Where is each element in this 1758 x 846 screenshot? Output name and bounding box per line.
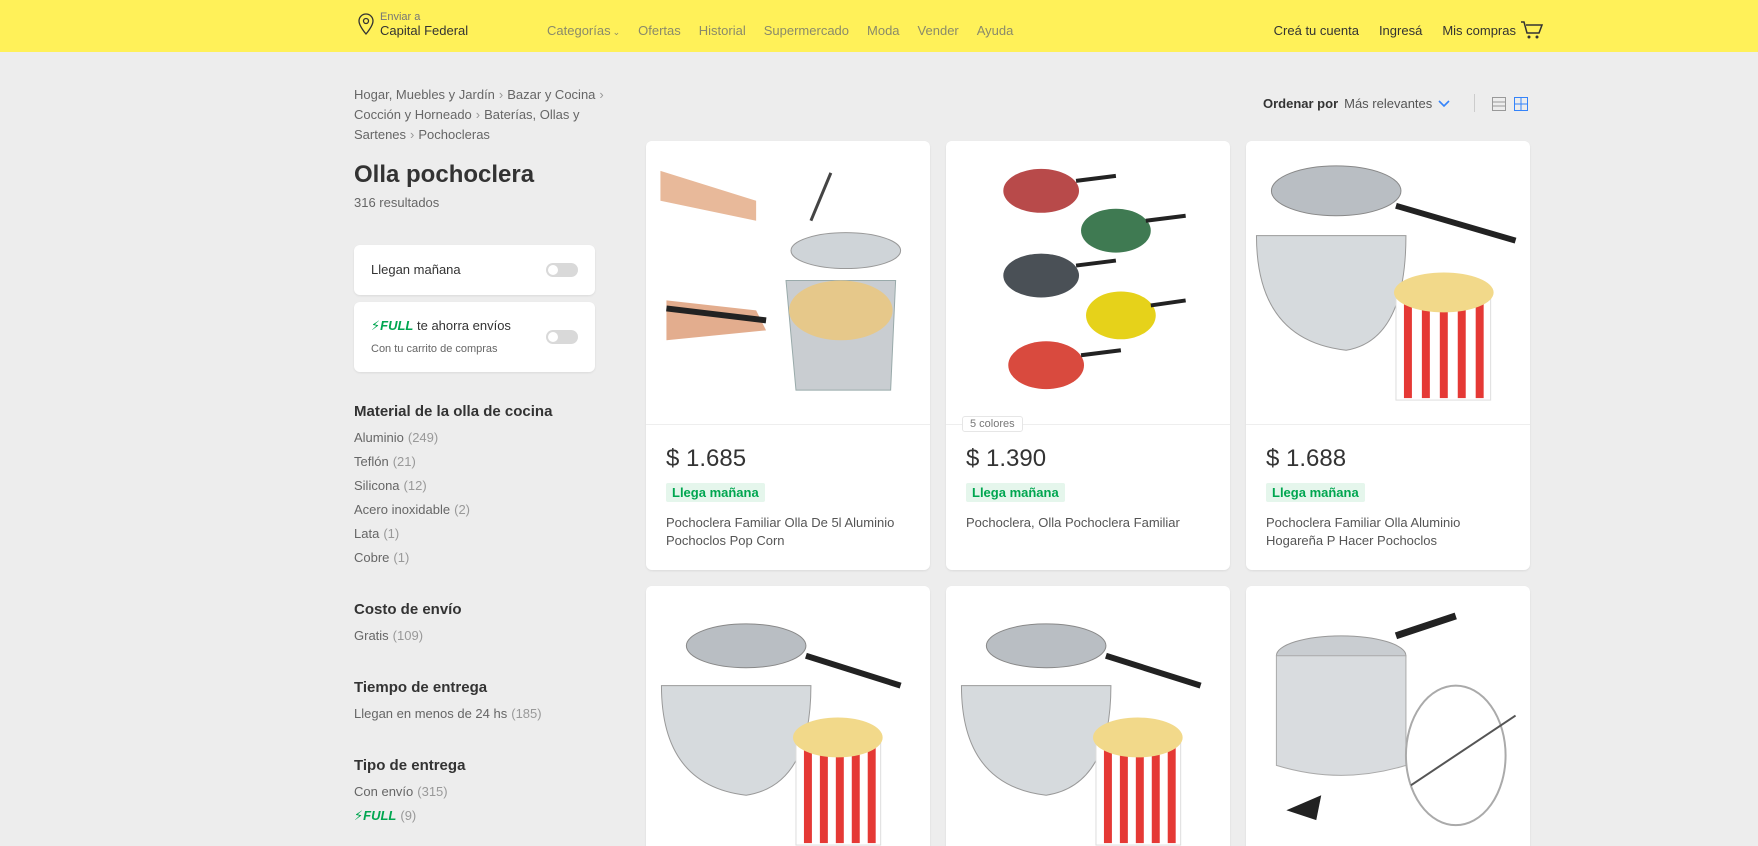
product-title[interactable]: Pochoclera Familiar Olla Aluminio Hogare…	[1266, 514, 1514, 550]
nav-historial[interactable]: Historial	[699, 23, 746, 38]
toggle-switch[interactable]	[546, 330, 578, 344]
product-image	[946, 141, 1230, 425]
full-logo: ⚡FULL	[371, 318, 414, 333]
divider	[1474, 94, 1475, 112]
filter-group-delivery-type: Tipo de entrega Con envío (315) ⚡FULL (9)	[354, 757, 465, 832]
shipping-location[interactable]: Enviar a Capital Federal	[358, 11, 468, 39]
breadcrumb-item[interactable]: Pochocleras	[418, 127, 490, 142]
product-title[interactable]: Pochoclera, Olla Pochoclera Familiar	[966, 514, 1214, 532]
product-card[interactable]: $ 1.685 Llega mañana Pochoclera Familiar…	[646, 141, 930, 570]
location-caption: Enviar a	[380, 11, 421, 23]
product-image	[646, 586, 930, 846]
nav-ofertas[interactable]: Ofertas	[638, 23, 681, 38]
filter-group-shipping-cost: Costo de envío Gratis (109)	[354, 601, 462, 652]
breadcrumb-item[interactable]: Hogar, Muebles y Jardín	[354, 87, 495, 102]
filter-group-title: Material de la olla de cocina	[354, 403, 553, 420]
location-name: Capital Federal	[380, 23, 469, 38]
product-image	[1246, 141, 1530, 425]
filter-option[interactable]: Acero inoxidable (2)	[354, 502, 552, 518]
filter-option[interactable]: Aluminio (249)	[354, 430, 552, 446]
product-price: $ 1.685	[666, 445, 747, 472]
my-purchases-link[interactable]: Mis compras	[1442, 23, 1516, 38]
nav-vender[interactable]: Vender	[918, 23, 959, 38]
cart-icon[interactable]	[1520, 20, 1544, 40]
nav-moda[interactable]: Moda	[867, 23, 900, 38]
filter-arrives-tomorrow: Llegan mañana	[354, 245, 595, 295]
delivery-badge: Llega mañana	[666, 483, 765, 502]
breadcrumb-item[interactable]: Bazar y Cocina	[507, 87, 595, 102]
grid-view-icon[interactable]	[1514, 97, 1528, 111]
filter-option[interactable]: Con envío (315)	[354, 784, 465, 800]
breadcrumb: Hogar, Muebles y Jardín › Bazar y Cocina › …	[354, 87, 604, 142]
product-price: $ 1.688	[1266, 445, 1347, 472]
filter-sublabel: Con tu carrito de compras	[371, 343, 498, 355]
color-count: 5 colores	[962, 416, 1023, 432]
product-card[interactable]: $ 1.688 Llega mañana Pochoclera Familiar…	[1246, 141, 1530, 570]
header-bar: Enviar a Capital Federal Categorías ⌄ Ofe…	[0, 0, 1758, 52]
account-nav: Creá tu cuenta Ingresá Mis compras	[1274, 23, 1516, 38]
create-account-link[interactable]: Creá tu cuenta	[1274, 23, 1359, 38]
product-card[interactable]	[1246, 586, 1530, 846]
results-count: 316 resultados	[354, 195, 440, 210]
filter-group-title: Costo de envío	[354, 601, 462, 618]
delivery-badge: Llega mañana	[966, 483, 1065, 502]
filter-group-material: Material de la olla de cocina Aluminio (2…	[354, 403, 552, 574]
product-image	[646, 141, 930, 425]
sort-value: Más relevantes	[1344, 96, 1433, 111]
sort-control[interactable]: Ordenar por Más relevantes	[1263, 96, 1450, 111]
login-link[interactable]: Ingresá	[1379, 23, 1422, 38]
product-card[interactable]	[946, 586, 1230, 846]
main-nav: Categorías ⌄ Ofertas Historial Supermerca…	[547, 23, 1013, 38]
filter-group-delivery-time: Tiempo de entrega Llegan en menos de 24 …	[354, 679, 542, 730]
product-image	[946, 586, 1230, 846]
toggle-switch[interactable]	[546, 263, 578, 277]
filter-group-title: Tiempo de entrega	[354, 679, 488, 696]
filter-group-title: Tipo de entrega	[354, 757, 466, 774]
nav-supermercado[interactable]: Supermercado	[764, 23, 849, 38]
product-title[interactable]: Pochoclera Familiar Olla De 5l Aluminio …	[666, 514, 914, 550]
delivery-badge: Llega mañana	[1266, 483, 1365, 502]
filter-label: Llegan mañana	[371, 262, 461, 277]
product-card[interactable]: 5 colores $ 1.390 Llega mañana Pochocler…	[946, 141, 1230, 570]
filter-label: te ahorra envíos	[416, 318, 511, 333]
page-title: Olla pochoclera	[354, 161, 535, 188]
chevron-down-icon: ⌄	[612, 27, 621, 37]
nav-ayuda[interactable]: Ayuda	[977, 23, 1014, 38]
filter-option[interactable]: Cobre (1)	[354, 550, 552, 566]
location-pin-icon	[358, 13, 374, 35]
filter-option[interactable]: Gratis (109)	[354, 628, 462, 644]
product-image	[1246, 586, 1530, 846]
filter-option[interactable]: Llegan en menos de 24 hs (185)	[354, 706, 542, 722]
product-price: $ 1.390	[966, 445, 1047, 472]
filter-full: ⚡FULL te ahorra envíos Con tu carrito de…	[354, 302, 595, 372]
filter-option[interactable]: ⚡FULL (9)	[354, 808, 465, 824]
sort-label: Ordenar por	[1263, 96, 1339, 111]
chevron-down-icon	[1438, 99, 1450, 107]
filter-option[interactable]: Silicona (12)	[354, 478, 552, 494]
nav-categorias[interactable]: Categorías ⌄	[547, 23, 620, 38]
product-card[interactable]	[646, 586, 930, 846]
filter-option[interactable]: Teflón (21)	[354, 454, 552, 470]
list-view-icon[interactable]	[1492, 97, 1506, 111]
breadcrumb-item[interactable]: Cocción y Horneado	[354, 107, 472, 122]
filter-option[interactable]: Lata (1)	[354, 526, 552, 542]
